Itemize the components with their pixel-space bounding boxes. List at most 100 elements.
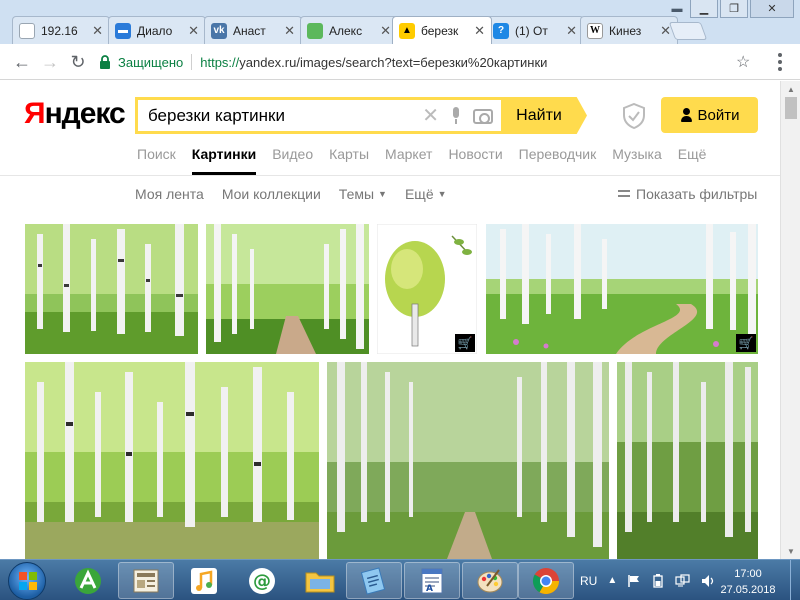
result-image[interactable] xyxy=(327,362,609,559)
address-bar[interactable]: Защищено https:// yandex.ru/images/searc… xyxy=(98,49,758,75)
taskbar-app-explorer[interactable] xyxy=(292,562,348,599)
flag-icon[interactable] xyxy=(627,574,641,588)
service-music[interactable]: Музыка xyxy=(612,146,662,176)
more-label: Ещё xyxy=(404,186,434,202)
service-search[interactable]: Поиск xyxy=(137,146,176,176)
lock-icon xyxy=(100,55,110,69)
taskbar-app-chrome[interactable] xyxy=(518,562,574,599)
yandex-logo[interactable]: Яндекс xyxy=(24,97,126,131)
show-filters-button[interactable]: Показать фильтры xyxy=(618,186,757,202)
tab-5[interactable]: ? (1) От ✕ xyxy=(486,16,584,44)
result-image[interactable] xyxy=(206,224,369,354)
minimize-button[interactable]: ▁ xyxy=(690,0,718,18)
login-button[interactable]: Войти xyxy=(661,97,758,133)
clear-icon[interactable]: ✕ xyxy=(422,106,439,126)
service-market[interactable]: Маркет xyxy=(385,146,432,176)
tab-4[interactable]: ▲ березк ✕ xyxy=(392,16,492,44)
search-button[interactable]: Найти xyxy=(501,97,587,134)
scroll-thumb[interactable] xyxy=(785,97,797,119)
windows-logo-icon xyxy=(19,572,37,590)
scroll-down-arrow-icon[interactable]: ▼ xyxy=(781,543,800,559)
profile-icon[interactable]: ▬ xyxy=(666,1,688,17)
themes-dropdown[interactable]: Темы ▼ xyxy=(339,186,387,202)
service-translate[interactable]: Переводчик xyxy=(519,146,597,176)
taskbar-app-mail[interactable]: @ xyxy=(234,562,290,599)
show-desktop-button[interactable] xyxy=(790,560,800,600)
service-news[interactable]: Новости xyxy=(448,146,502,176)
result-image[interactable] xyxy=(25,224,198,354)
palette-icon xyxy=(477,568,503,592)
forward-button[interactable]: → xyxy=(38,50,62,74)
result-image[interactable] xyxy=(617,362,758,559)
svg-text:@: @ xyxy=(253,571,271,592)
clock-date: 27.05.2018 xyxy=(720,584,776,596)
microphone-icon[interactable] xyxy=(451,107,461,125)
folder-icon xyxy=(305,572,335,592)
service-maps[interactable]: Карты xyxy=(329,146,369,176)
camera-icon[interactable] xyxy=(473,108,493,124)
logo-first-letter: Я xyxy=(24,97,46,130)
taskbar-app-music[interactable] xyxy=(176,562,232,599)
bookmark-star-icon[interactable]: ☆ xyxy=(736,52,750,72)
close-icon[interactable]: ✕ xyxy=(380,23,391,39)
taskbar-app-green[interactable] xyxy=(60,562,116,599)
taskbar-app-paint[interactable] xyxy=(462,562,518,599)
chat-icon: ▬ xyxy=(115,22,131,39)
taskbar-app-notepad[interactable] xyxy=(346,562,402,599)
scroll-up-arrow-icon[interactable]: ▲ xyxy=(781,81,800,97)
login-label: Войти xyxy=(697,106,740,124)
service-video[interactable]: Видео xyxy=(272,146,313,176)
close-icon[interactable]: ✕ xyxy=(92,23,103,39)
tab-3[interactable]: Алекс ✕ xyxy=(300,16,398,44)
taskbar-app-wordpad[interactable]: A xyxy=(404,562,460,599)
my-collections-link[interactable]: Мои коллекции xyxy=(222,186,321,202)
taskbar-app-newspaper[interactable] xyxy=(118,562,174,599)
tab-6[interactable]: W Кинез ✕ xyxy=(580,16,678,44)
tray-expand-icon[interactable]: ▲ xyxy=(607,575,617,586)
tab-label: (1) От xyxy=(515,23,548,38)
reload-button[interactable]: ↻ xyxy=(66,50,90,74)
more-dropdown[interactable]: Ещё ▼ xyxy=(405,186,447,202)
back-button[interactable]: ← xyxy=(10,50,34,74)
browser-toolbar: ← → ↻ Защищено https:// yandex.ru/images… xyxy=(0,44,800,80)
result-image[interactable] xyxy=(25,362,319,559)
start-button[interactable] xyxy=(8,562,46,600)
chrome-icon xyxy=(532,567,560,594)
close-icon[interactable]: ✕ xyxy=(284,23,295,39)
green-square-icon xyxy=(307,22,323,39)
result-image[interactable] xyxy=(486,224,758,354)
search-input[interactable]: березки картинки ✕ xyxy=(135,97,501,134)
browser-menu-icon[interactable] xyxy=(770,50,790,74)
close-icon[interactable]: ✕ xyxy=(566,23,577,39)
windows-taskbar: @ A RU ▲ 17:00 27.05.2018 xyxy=(0,559,800,600)
service-images[interactable]: Картинки xyxy=(191,146,257,176)
shopping-cart-icon: 🛒 xyxy=(736,334,756,352)
system-clock[interactable]: 17:00 27.05.2018 xyxy=(712,566,784,598)
battery-icon[interactable] xyxy=(651,573,665,588)
close-icon[interactable]: ✕ xyxy=(474,23,485,39)
maximize-button[interactable]: ❐ xyxy=(720,0,748,18)
question-icon: ? xyxy=(493,22,509,39)
close-window-button[interactable]: ✕ xyxy=(750,0,794,18)
service-more[interactable]: Ещё xyxy=(678,146,707,176)
chevron-down-icon: ▼ xyxy=(437,189,447,199)
network-icon[interactable] xyxy=(675,573,691,588)
tab-label: Алекс xyxy=(329,23,363,38)
page-scrollbar[interactable]: ▲ ▼ xyxy=(780,81,800,559)
filter-icon xyxy=(618,189,630,199)
newspaper-icon xyxy=(133,569,159,592)
close-icon[interactable]: ✕ xyxy=(188,23,199,39)
tab-2[interactable]: vk Анаст ✕ xyxy=(204,16,302,44)
shield-icon[interactable] xyxy=(622,103,646,129)
my-feed-link[interactable]: Моя лента xyxy=(135,186,204,202)
new-tab-button[interactable] xyxy=(668,22,708,40)
notepad-icon xyxy=(360,566,386,595)
tab-0[interactable]: 192.16 ✕ xyxy=(12,16,110,44)
divider xyxy=(191,54,193,70)
tab-1[interactable]: ▬ Диало ✕ xyxy=(108,16,206,44)
system-tray: RU ▲ xyxy=(580,562,715,599)
language-indicator[interactable]: RU xyxy=(580,574,597,588)
wikipedia-icon: W xyxy=(587,22,603,39)
music-note-icon xyxy=(191,567,217,594)
url-text: yandex.ru/images/search?text=березки%20к… xyxy=(239,54,548,70)
